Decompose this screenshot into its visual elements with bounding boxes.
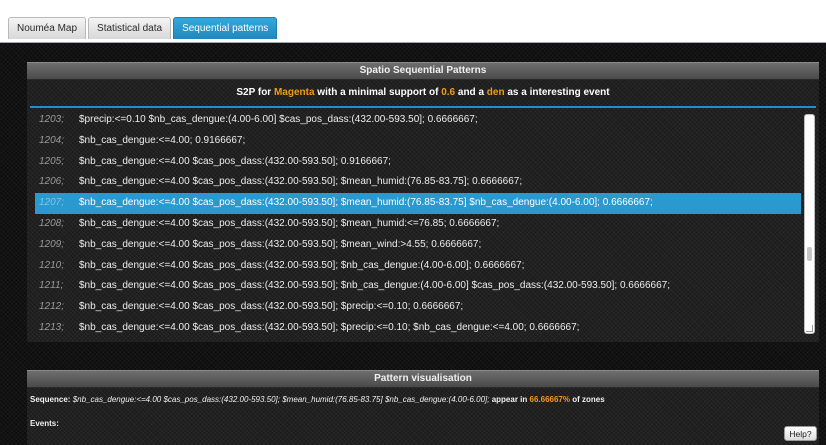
patterns-scrollbar[interactable] [804,114,815,334]
pattern-number: 1205; [39,155,65,167]
pattern-row[interactable]: 1211; $nb_cas_dengue:<=4.00 $cas_pos_dass… [35,276,801,297]
tab-bar: Nouméa Map Statistical data Sequential p… [0,0,826,43]
pattern-number: 1211; [39,280,64,292]
pattern-row[interactable]: 1210; $nb_cas_dengue:<=4.00 $cas_pos_dass… [35,256,801,277]
subtitle-event-value: den [486,87,505,98]
pattern-text: $nb_cas_dengue:<=4.00 $cas_pos_dass:(432… [79,155,391,167]
accent-divider [30,106,816,108]
events-label: Events: [30,419,59,428]
sequence-label: Sequence: [30,395,71,404]
pattern-row[interactable]: 1213; $nb_cas_dengue:<=4.00 $cas_pos_dass… [35,318,801,336]
pattern-number: 1212; [39,301,65,313]
subtitle-part1: S2P for [236,87,274,98]
pattern-number: 1213; [39,321,65,333]
tab-statistical-data[interactable]: Statistical data [88,17,172,39]
tab-sequential-patterns[interactable]: Sequential patterns [173,17,278,39]
pattern-number: 1207; [39,197,65,209]
pattern-text: $nb_cas_dengue:<=4.00 $cas_pos_dass:(432… [79,176,523,188]
patterns-list[interactable]: 1203; $precip:<=0.10 $nb_cas_dengue:(4.00… [35,110,801,336]
pattern-text: $nb_cas_dengue:<=4.00 $cas_pos_dass:(432… [79,238,482,250]
subtitle-part2: with a minimal support of [314,87,442,98]
pattern-row[interactable]: 1212; $nb_cas_dengue:<=4.00 $cas_pos_dass… [35,297,801,318]
pattern-row[interactable]: 1209; $nb_cas_dengue:<=4.00 $cas_pos_dass… [35,235,801,256]
visualisation-panel-header: Pattern visualisation [27,370,819,388]
pattern-text: $nb_cas_dengue:<=4.00 $cas_pos_dass:(432… [79,259,525,271]
pattern-text: $nb_cas_dengue:<=4.00 $cas_pos_dass:(432… [79,280,671,292]
pattern-text: $nb_cas_dengue:<=4.00 $cas_pos_dass:(432… [79,301,464,313]
patterns-panel-header: Spatio Sequential Patterns [27,62,819,80]
events-line: Events: [27,418,819,430]
pattern-row-selected[interactable]: 1207; $nb_cas_dengue:<=4.00 $cas_pos_dass… [35,193,801,214]
tabs: Nouméa Map Statistical data Sequential p… [8,17,279,39]
subtitle-part4: as a interesting event [504,87,610,98]
pattern-row[interactable]: 1205; $nb_cas_dengue:<=4.00 $cas_pos_dass… [35,152,801,173]
appear-text: appear in [491,395,528,404]
subtitle-support-value: 0.6 [441,87,456,98]
pattern-text: $nb_cas_dengue:<=4.00 $cas_pos_dass:(432… [79,321,580,333]
pattern-number: 1204; [39,134,65,146]
tab-noumea-map[interactable]: Nouméa Map [8,17,87,39]
pattern-text: $nb_cas_dengue:<=4.00 $cas_pos_dass:(432… [79,217,500,229]
patterns-panel: Spatio Sequential Patterns S2P for Magen… [27,62,819,342]
scrollbar-thumb[interactable] [807,247,812,261]
pattern-number: 1208; [39,217,65,229]
zones-text: of zones [572,395,605,404]
patterns-subtitle: S2P for Magenta with a minimal support o… [27,80,819,106]
sequence-value: $nb_cas_dengue:<=4.00 $cas_pos_dass:(432… [72,395,490,404]
pattern-number: 1206; [39,176,65,188]
pattern-text: $nb_cas_dengue:<=4.00; 0.9166667; [79,134,246,146]
pattern-number: 1209; [39,238,65,250]
pattern-text: $nb_cas_dengue:<=4.00 $cas_pos_dass:(432… [79,197,653,209]
pattern-text: $precip:<=0.10 $nb_cas_dengue:(4.00-6.00… [79,114,478,125]
resize-grip-icon[interactable] [806,325,813,332]
sequence-line: Sequence: $nb_cas_dengue:<=4.00 $cas_pos… [27,394,819,406]
help-button[interactable]: Help? [784,426,817,441]
visualisation-panel: Pattern visualisation Sequence: $nb_cas_… [27,370,819,445]
pattern-row[interactable]: 1203; $precip:<=0.10 $nb_cas_dengue:(4.00… [35,110,801,131]
pattern-number: 1210; [39,259,65,271]
subtitle-color-value: Magenta [273,87,315,98]
pattern-row[interactable]: 1206; $nb_cas_dengue:<=4.00 $cas_pos_dass… [35,172,801,193]
pattern-row[interactable]: 1204; $nb_cas_dengue:<=4.00; 0.9166667; [35,131,801,152]
subtitle-part3: and a [455,87,487,98]
pattern-row[interactable]: 1208; $nb_cas_dengue:<=4.00 $cas_pos_dass… [35,214,801,235]
zone-percent: 66.66667% [529,395,570,404]
pattern-number: 1203; [39,114,65,125]
